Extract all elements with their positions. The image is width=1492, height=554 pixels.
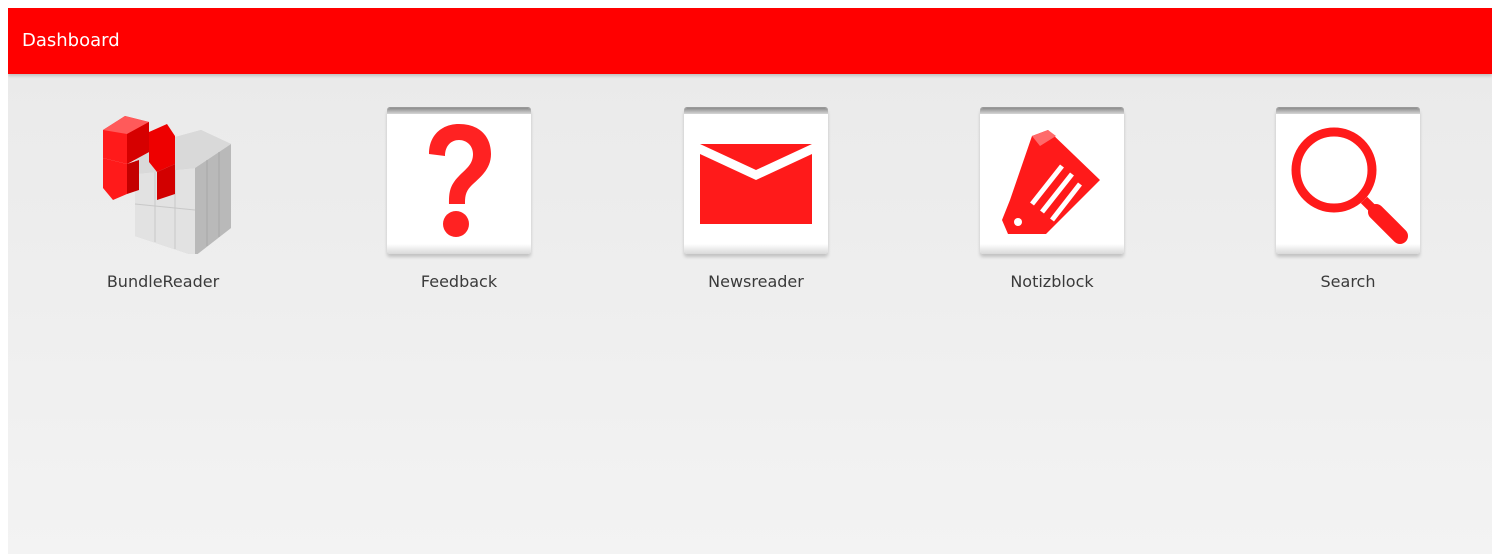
tile-feedback[interactable]: Feedback <box>359 108 559 308</box>
tile-label: Feedback <box>420 272 498 291</box>
cube-icon <box>91 108 235 254</box>
tile-label: BundleReader <box>106 272 220 291</box>
tile-label: Search <box>1320 272 1376 291</box>
tile-newsreader[interactable]: Newsreader <box>656 108 856 308</box>
search-card <box>1276 108 1420 254</box>
app-grid: BundleReader Feedback Newsreader Notizbl… <box>8 108 1492 308</box>
question-mark-icon <box>429 124 491 237</box>
envelope-icon <box>700 144 812 224</box>
dashboard-screen: Dashboard BundleReader Feedback Newsread… <box>8 8 1492 554</box>
newsreader-card <box>684 108 828 254</box>
tile-notizblock[interactable]: Notizblock <box>952 108 1152 308</box>
feedback-card <box>387 108 531 254</box>
tile-label: Notizblock <box>1010 272 1094 291</box>
page-title: Dashboard <box>22 30 120 51</box>
magnifier-icon <box>1291 127 1408 244</box>
action-bar: Dashboard <box>8 8 1492 74</box>
tile-search[interactable]: Search <box>1248 108 1448 308</box>
tile-bundlereader[interactable]: BundleReader <box>63 108 263 308</box>
tag-icon <box>1002 130 1100 234</box>
tile-label: Newsreader <box>708 272 804 291</box>
notizblock-card <box>980 108 1124 254</box>
